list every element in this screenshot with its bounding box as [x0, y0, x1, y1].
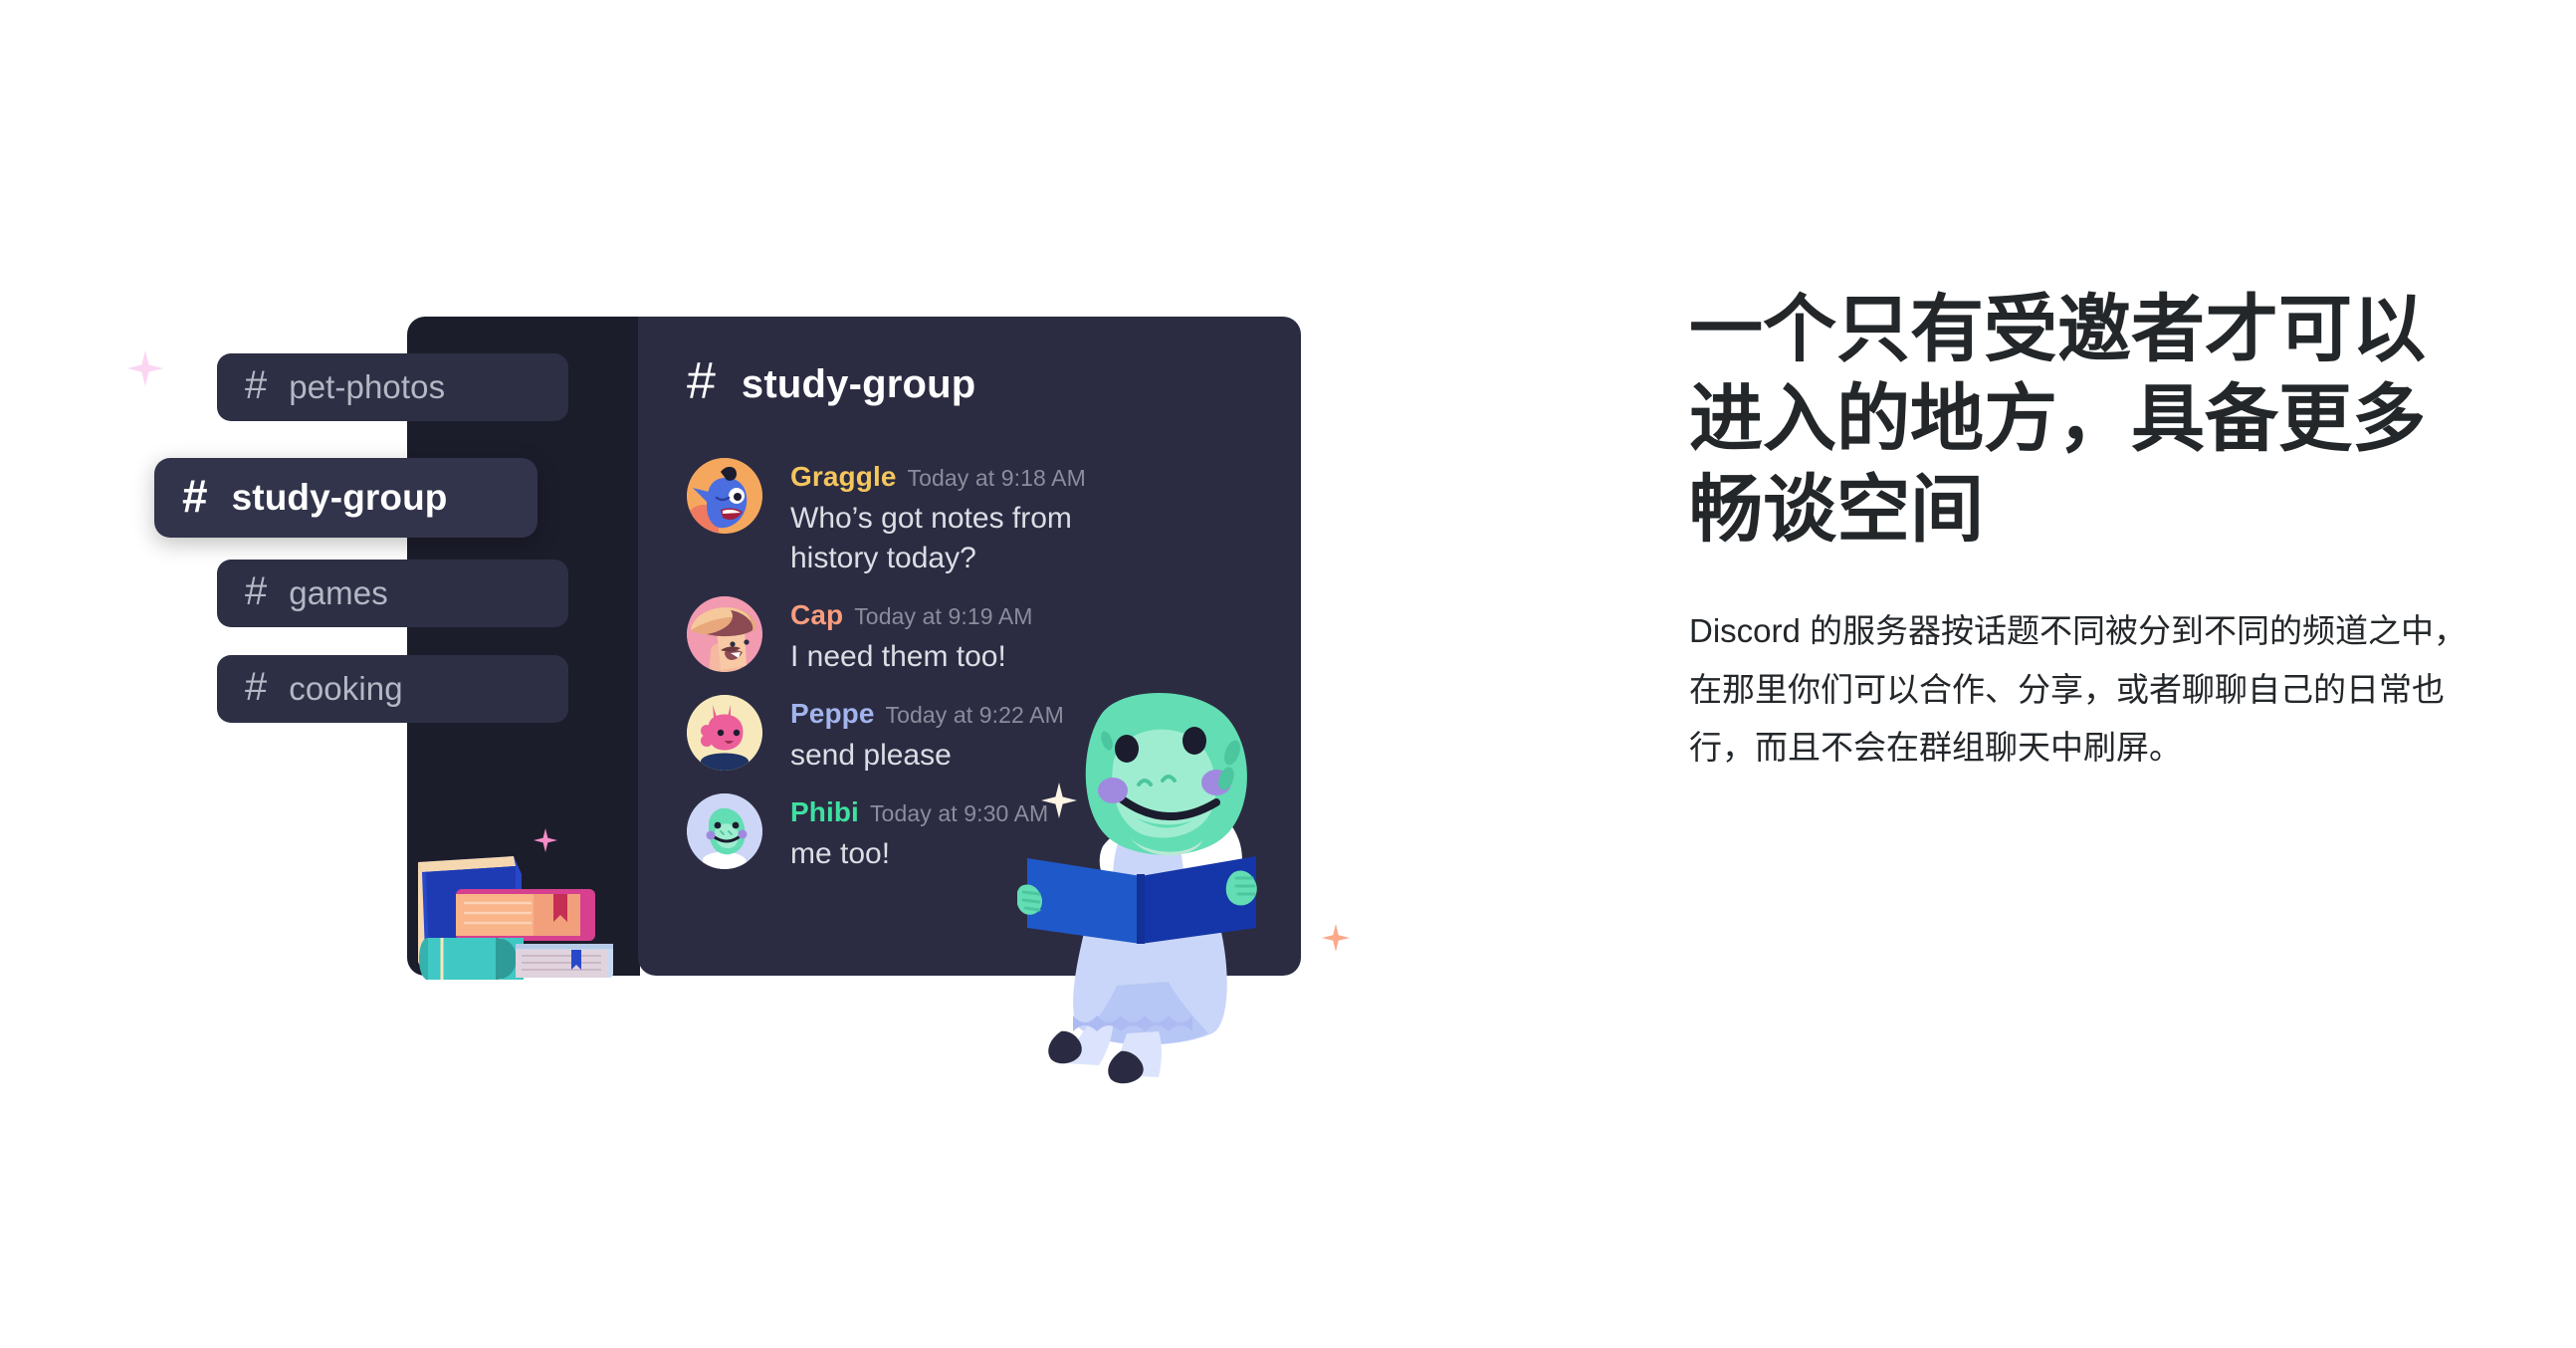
- discord-channels-illustration: # pet-photos # study-group # games # coo…: [0, 0, 1553, 1348]
- message-timestamp: Today at 9:19 AM: [854, 602, 1033, 629]
- sidebar-item-games[interactable]: # games: [217, 560, 568, 627]
- bunny-avatar: [687, 694, 762, 771]
- message-author: Graggle: [790, 461, 897, 492]
- message-item: Cap Today at 9:19 AM I need them too!: [687, 595, 1284, 677]
- sidebar-item-study-group[interactable]: # study-group: [154, 458, 537, 538]
- sidebar-item-label: pet-photos: [289, 368, 446, 405]
- sparkle-pink-books: [534, 828, 557, 852]
- message-body: Graggle Today at 9:18 AM Who’s got notes…: [790, 458, 1099, 578]
- sidebar-item-label: study-group: [231, 477, 448, 518]
- message-body: Cap Today at 9:19 AM I need them too!: [790, 596, 1033, 677]
- sparkle-cream-chat: [1041, 783, 1077, 818]
- sidebar-item-label: cooking: [289, 670, 403, 707]
- message-meta: Graggle Today at 9:18 AM: [790, 461, 1099, 493]
- mushroom-avatar: [687, 595, 762, 672]
- message-text: I need them too!: [790, 639, 1006, 673]
- sidebar-item-pet-photos[interactable]: # pet-photos: [217, 353, 568, 421]
- sidebar-item-label: games: [289, 574, 388, 611]
- hash-icon: #: [245, 363, 268, 407]
- message-item: Graggle Today at 9:18 AM Who’s got notes…: [687, 458, 1284, 578]
- sidebar-item-cooking[interactable]: # cooking: [217, 655, 568, 723]
- chat-channel-header: # study-group: [687, 352, 976, 410]
- hash-icon: #: [245, 569, 268, 613]
- message-meta: Phibi Today at 9:30 AM: [790, 796, 1048, 828]
- feature-copy-column: 一个只有受邀者才可以进入的地方，具备更多畅谈空间 Discord 的服务器按话题…: [1689, 285, 2475, 778]
- chat-channel-title: study-group: [741, 361, 976, 406]
- message-meta: Cap Today at 9:19 AM: [790, 599, 1033, 631]
- body-paragraph: Discord 的服务器按话题不同被分到不同的频道之中，在那里你们可以合作、分享…: [1689, 611, 2468, 767]
- hash-icon: #: [182, 470, 208, 522]
- message-author: Peppe: [790, 697, 875, 729]
- sparkle-orange-right: [1322, 924, 1350, 952]
- message-author: Phibi: [790, 795, 859, 827]
- page-root: # pet-photos # study-group # games # coo…: [0, 0, 2576, 1348]
- message-body: Phibi Today at 9:30 AM me too!: [790, 793, 1048, 874]
- message-text: Who’s got notes from history today?: [790, 502, 1072, 574]
- hash-icon: #: [687, 352, 716, 410]
- message-timestamp: Today at 9:18 AM: [907, 465, 1086, 491]
- stacked-books-illustration: [418, 856, 613, 980]
- message-author: Cap: [790, 598, 844, 630]
- message-text: me too!: [790, 836, 891, 870]
- genie-avatar: [687, 458, 762, 534]
- page-title: 一个只有受邀者才可以进入的地方，具备更多畅谈空间: [1689, 288, 2426, 551]
- frog-reading-book-illustration: [1017, 692, 1257, 1084]
- sparkle-pink-top-left: [127, 350, 163, 386]
- hash-icon: #: [245, 665, 268, 709]
- frog-avatar: [687, 792, 762, 869]
